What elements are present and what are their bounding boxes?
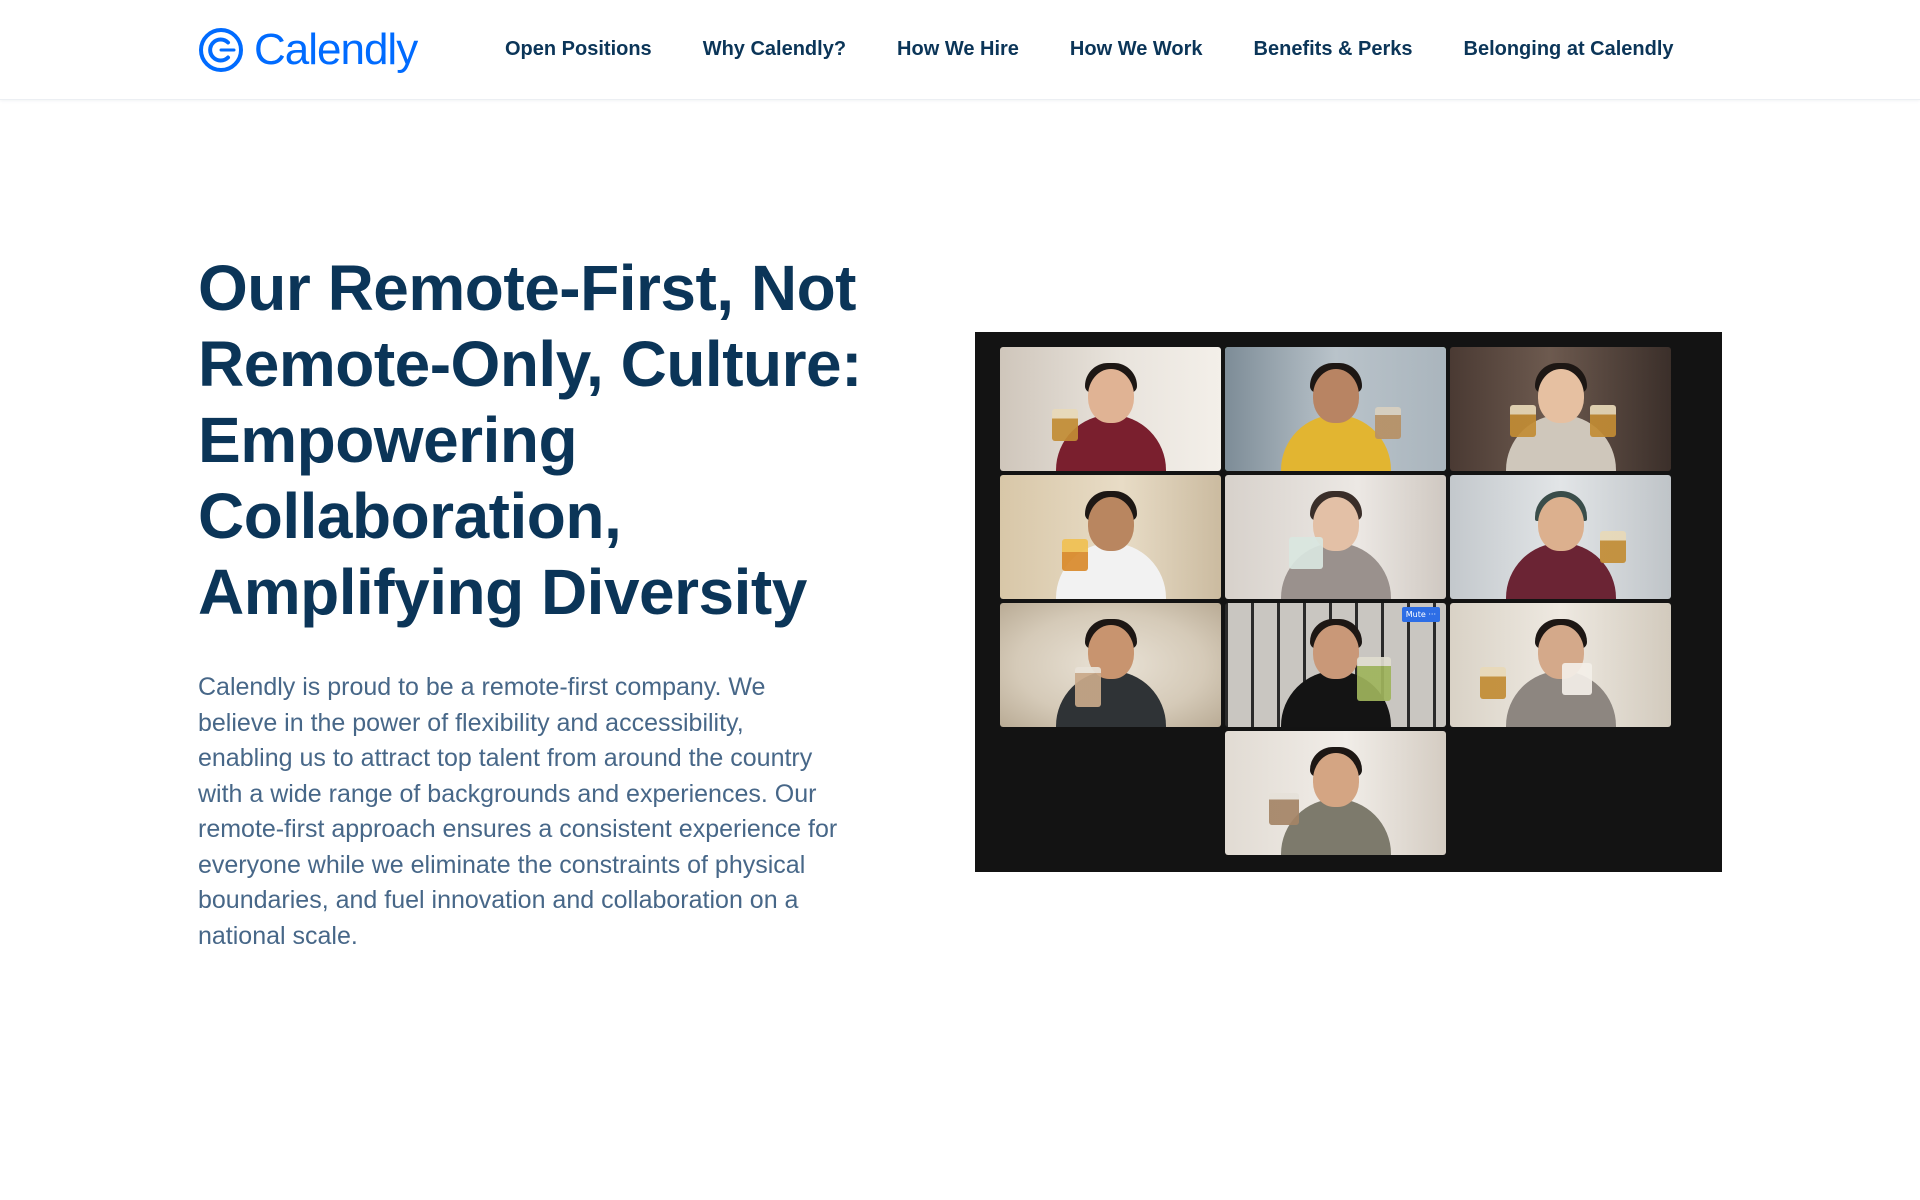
calendly-logo-icon xyxy=(199,28,243,72)
participant-tile xyxy=(1000,475,1221,599)
participant-tile xyxy=(1000,347,1221,471)
calendly-logo[interactable]: Calendly xyxy=(198,22,418,78)
participant-tile-active-speaker xyxy=(1225,347,1446,471)
participant-tile xyxy=(1000,603,1221,727)
logo-wordmark: Calendly xyxy=(254,25,418,74)
nav-belonging[interactable]: Belonging at Calendly xyxy=(1464,36,1674,62)
participant-tile xyxy=(1450,603,1671,727)
nav-why-calendly[interactable]: Why Calendly? xyxy=(703,36,846,62)
main-nav: Open Positions Why Calendly? How We Hire… xyxy=(505,36,1674,62)
site-header: Calendly Open Positions Why Calendly? Ho… xyxy=(0,0,1920,100)
participant-tile: Mute ··· xyxy=(1225,603,1446,727)
nav-benefits-perks[interactable]: Benefits & Perks xyxy=(1254,36,1413,62)
hero-description: Calendly is proud to be a remote-first c… xyxy=(198,673,838,950)
participant-tile xyxy=(1225,731,1446,855)
mute-badge: Mute ··· xyxy=(1401,607,1440,622)
nav-open-positions[interactable]: Open Positions xyxy=(505,36,652,62)
nav-how-we-work[interactable]: How We Work xyxy=(1070,36,1203,62)
page-title: Our Remote-First, Not Remote-Only, Cultu… xyxy=(198,252,862,628)
participant-tile xyxy=(1450,475,1671,599)
participant-tile xyxy=(1450,347,1671,471)
video-call-screenshot: Mute ··· xyxy=(975,332,1722,872)
nav-how-we-hire[interactable]: How We Hire xyxy=(897,36,1019,62)
participant-tile xyxy=(1225,475,1446,599)
